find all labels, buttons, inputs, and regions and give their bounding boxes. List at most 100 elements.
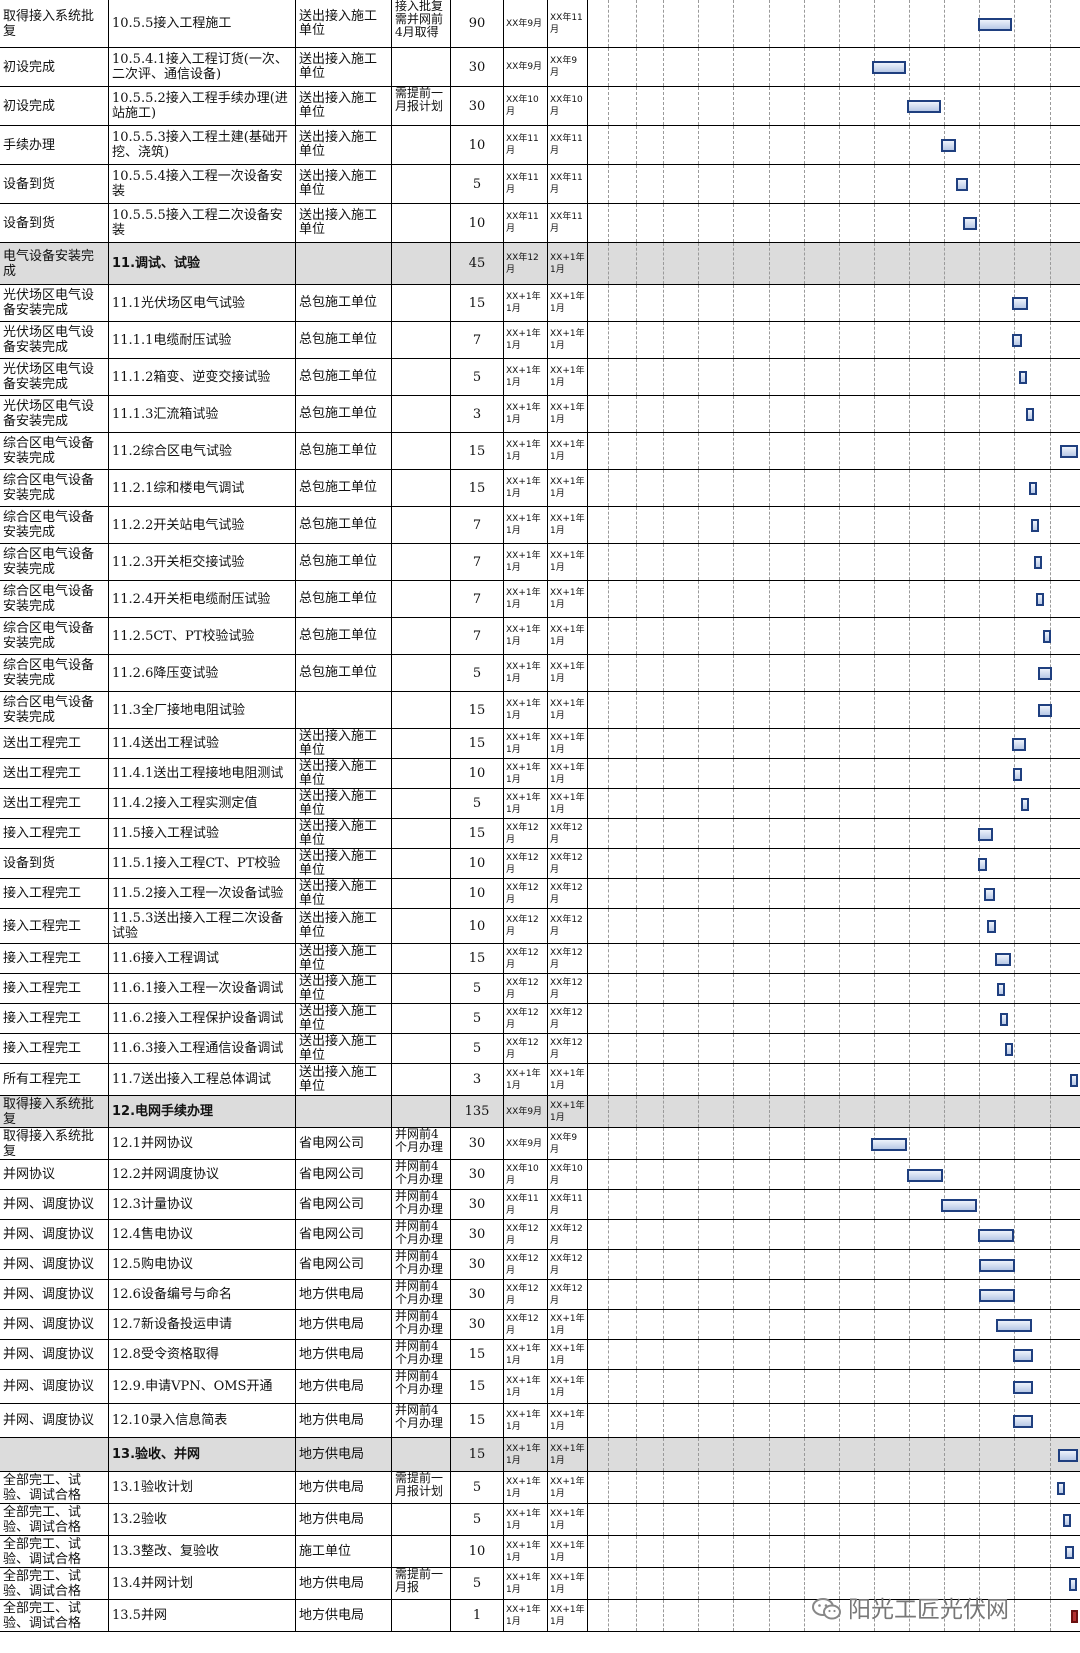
gantt-gridline (1014, 470, 1015, 506)
responsible-unit-text: 地方供电局 (299, 1378, 365, 1394)
gantt-gridline (874, 87, 875, 125)
task-name-cell: 11.5.2接入工程一次设备试验 (109, 879, 296, 909)
start-date-cell: XX+1年1月 (504, 759, 548, 789)
end-date-cell: XX年10月 (548, 1160, 588, 1190)
gantt-gridline (979, 285, 980, 321)
gantt-gridline (1050, 470, 1051, 506)
gantt-gridline (839, 655, 840, 691)
gantt-gridline (636, 126, 637, 164)
gantt-gridline (733, 1568, 734, 1599)
gantt-gridline (663, 87, 664, 125)
gantt-gridline (909, 1190, 910, 1219)
responsible-unit-text: 送出接入施工单位 (299, 1004, 378, 1033)
gantt-gridline (733, 1280, 734, 1309)
gantt-gridline (979, 544, 980, 580)
end-date-cell: XX+1年1月 (548, 1536, 588, 1568)
gantt-gridline (839, 692, 840, 728)
gantt-gridline (608, 87, 609, 125)
predecessor-text: 光伏场区电气设备安装完成 (3, 325, 95, 355)
gantt-gridline (636, 819, 637, 848)
table-row: 综合区电气设备安装完成 11.2综合区电气试验 总包施工单位 15 XX+1年1月 XX+… (0, 433, 1080, 470)
end-date-cell: XX+1年1月 (548, 1472, 588, 1504)
gantt-gridline (733, 243, 734, 284)
responsible-unit-cell: 地方供电局 (296, 1504, 392, 1536)
predecessor-cell: 综合区电气设备安装完成 (0, 433, 109, 470)
table-row: 送出工程完工 11.4.1送出工程接地电阻测试 送出接入施工单位 10 XX+1年1月 X… (0, 759, 1080, 789)
predecessor-text: 并网、调度协议 (3, 1197, 95, 1212)
responsible-unit-text: 送出接入施工单位 (299, 849, 378, 878)
gantt-bar (978, 858, 987, 871)
predecessor-cell: 接入工程完工 (0, 1034, 109, 1064)
note-cell (392, 507, 451, 544)
gantt-gridline (874, 243, 875, 284)
responsible-unit-cell (296, 692, 392, 729)
start-date-text: XX年12月 (506, 977, 539, 1000)
predecessor-cell: 手续办理 (0, 126, 109, 165)
gantt-gridline (874, 396, 875, 432)
gantt-gridline (804, 879, 805, 908)
responsible-unit-cell: 送出接入施工单位 (296, 909, 392, 944)
gantt-gridline (874, 204, 875, 242)
gantt-bar (996, 1319, 1032, 1332)
task-name-text: 10.5.4.1接入工程订货(一次、二次评、通信设备) (112, 52, 288, 82)
gantt-gridline (769, 1568, 770, 1599)
end-date-cell: XX年12月 (548, 879, 588, 909)
gantt-gridline (909, 470, 910, 506)
gantt-bar (872, 61, 906, 74)
gantt-gridline (608, 470, 609, 506)
gantt-cell (588, 1280, 1080, 1310)
gantt-gridline (839, 1096, 840, 1127)
gantt-gridline (839, 1128, 840, 1159)
note-cell: 并网前4个月办理 (392, 1160, 451, 1190)
gantt-gridline (698, 1536, 699, 1567)
gantt-gridline (839, 729, 840, 758)
end-date-text: XX年10月 (550, 1163, 583, 1186)
gantt-gridline (874, 470, 875, 506)
predecessor-text: 接入工程完工 (3, 981, 82, 996)
start-date-cell: XX年10月 (504, 87, 548, 126)
gantt-gridline (1014, 544, 1015, 580)
gantt-gridline (979, 909, 980, 943)
responsible-unit-text: 送出接入施工单位 (299, 169, 378, 198)
responsible-unit-cell: 送出接入施工单位 (296, 204, 392, 243)
gantt-cell (588, 1310, 1080, 1340)
gantt-gridline (698, 692, 699, 728)
task-name-cell: 11.1.2箱变、逆变交接试验 (109, 359, 296, 396)
predecessor-cell: 设备到货 (0, 165, 109, 204)
task-name-cell: 12.电网手续办理 (109, 1096, 296, 1128)
gantt-bar (1000, 1013, 1008, 1026)
responsible-unit-cell: 省电网公司 (296, 1190, 392, 1220)
predecessor-cell: 并网协议 (0, 1160, 109, 1190)
predecessor-cell: 接入工程完工 (0, 974, 109, 1004)
gantt-gridline (663, 1600, 664, 1631)
predecessor-cell: 综合区电气设备安装完成 (0, 655, 109, 692)
start-date-cell: XX年12月 (504, 1310, 548, 1340)
responsible-unit-cell: 地方供电局 (296, 1600, 392, 1632)
gantt-gridline (636, 1190, 637, 1219)
gantt-gridline (1050, 1034, 1051, 1063)
gantt-gridline (733, 1190, 734, 1219)
gantt-gridline (979, 789, 980, 818)
note-text: 需提前一月报计划 (395, 87, 444, 113)
end-date-text: XX年12月 (550, 1007, 583, 1030)
gantt-gridline (839, 396, 840, 432)
gantt-gridline (769, 849, 770, 878)
gantt-gridline (608, 1128, 609, 1159)
duration-text: 10 (468, 856, 486, 871)
gantt-gridline (698, 1128, 699, 1159)
task-name-cell: 13.验收、并网 (109, 1438, 296, 1472)
start-date-text: XX年12月 (506, 1283, 539, 1306)
gantt-gridline (804, 1404, 805, 1437)
gantt-gridline (839, 1004, 840, 1033)
gantt-cell (588, 655, 1080, 692)
task-name-text: 13.3整改、复验收 (112, 1544, 219, 1559)
note-cell: 并网前4个月办理 (392, 1250, 451, 1280)
gantt-gridline (839, 322, 840, 358)
predecessor-text: 并网协议 (3, 1167, 56, 1182)
task-name-text: 11.2综合区电气试验 (112, 443, 232, 459)
predecessor-cell: 综合区电气设备安装完成 (0, 692, 109, 729)
start-date-cell: XX+1年1月 (504, 1504, 548, 1536)
gantt-gridline (663, 1220, 664, 1249)
note-cell (392, 789, 451, 819)
gantt-gridline (698, 759, 699, 788)
